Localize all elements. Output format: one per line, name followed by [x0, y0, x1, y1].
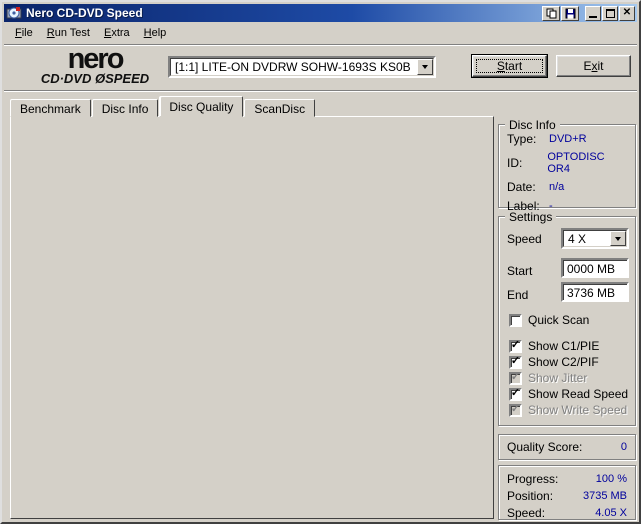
app-window: Nero CD-DVD Speed ✕ File Run Test Extra …: [0, 0, 641, 524]
disc-quality-tab-page: [10, 116, 494, 519]
window-title: Nero CD-DVD Speed: [26, 6, 143, 20]
nero-logo-text: nero: [67, 43, 125, 75]
title-bar[interactable]: Nero CD-DVD Speed ✕: [4, 4, 637, 22]
show-jitter-checkbox[interactable]: [509, 371, 522, 385]
save-icon: [565, 8, 575, 18]
disc-type-value: DVD+R: [549, 133, 587, 145]
tab-disc-quality[interactable]: Disc Quality: [159, 96, 244, 117]
separator: [4, 90, 637, 92]
chevron-down-icon: [615, 236, 621, 241]
end-mb-field[interactable]: 3736 MB: [561, 282, 629, 302]
cdvd-speed-logo-text: CD·DVD ØSPEED: [40, 71, 150, 86]
chevron-down-icon: [422, 65, 428, 69]
disc-date-value: n/a: [549, 181, 565, 193]
disc-info-title: Disc Info: [509, 118, 556, 132]
close-button[interactable]: ✕: [619, 5, 635, 21]
tab-disc-info[interactable]: Disc Info: [91, 99, 159, 117]
maximize-button[interactable]: [602, 5, 618, 21]
menu-help[interactable]: Help: [137, 25, 174, 41]
app-icon: [6, 7, 22, 19]
menu-extra[interactable]: Extra: [97, 25, 137, 41]
close-icon: ✕: [622, 7, 632, 18]
speed-value-status: 4.05 X: [595, 507, 627, 519]
tab-benchmark[interactable]: Benchmark: [10, 99, 91, 117]
maximize-icon: [605, 8, 615, 18]
position-value: 3735 MB: [582, 490, 627, 502]
start-button[interactable]: Start: [471, 54, 548, 78]
show-read-speed-checkbox[interactable]: [509, 387, 522, 401]
menu-run-test[interactable]: Run Test: [40, 25, 97, 41]
focus-ring: [476, 59, 543, 73]
speed-combobox[interactable]: 4 X: [561, 228, 629, 249]
minimize-button[interactable]: [585, 5, 601, 21]
exit-button[interactable]: Exit: [556, 55, 631, 77]
minimize-icon: [589, 15, 597, 18]
quality-score-label: Quality Score:: [507, 440, 583, 454]
menu-bar: File Run Test Extra Help: [4, 23, 637, 43]
drive-selector-dropdown-button[interactable]: [417, 59, 433, 75]
start-mb-label: Start: [507, 264, 533, 278]
settings-title: Settings: [509, 210, 553, 224]
disc-id-value: OPTODISC OR4: [547, 151, 605, 175]
header-band: nero CD·DVD ØSPEED [1:1] LITE-ON DVDRW S…: [4, 43, 637, 90]
save-button[interactable]: [561, 5, 579, 21]
end-mb-label: End: [507, 288, 529, 302]
nero-logo: nero CD·DVD ØSPEED: [20, 43, 170, 86]
start-mb-field[interactable]: 0000 MB: [561, 258, 629, 278]
tab-strip: Benchmark Disc Info Disc Quality ScanDis…: [10, 96, 316, 117]
tab-scandisc[interactable]: ScanDisc: [244, 99, 316, 117]
speed-label: Speed: [507, 232, 542, 246]
progress-value: 100 %: [595, 473, 627, 485]
show-c2-pif-checkbox[interactable]: [509, 355, 522, 369]
show-c1-pie-checkbox[interactable]: [509, 339, 522, 353]
speed-dropdown-button[interactable]: [610, 231, 626, 246]
quality-score-box: Quality Score: 0: [498, 434, 636, 460]
show-write-speed-checkbox[interactable]: [509, 403, 522, 417]
menu-file[interactable]: File: [8, 25, 40, 41]
copy-to-clipboard-button[interactable]: [542, 5, 560, 21]
progress-box: Progress: 100 % Position: 3735 MB Speed: 4.…: [498, 465, 636, 520]
speed-value: 4 X: [568, 231, 587, 246]
copy-icon: [546, 8, 556, 18]
quality-score-value: 0: [620, 441, 627, 453]
drive-selector-value: [1:1] LITE-ON DVDRW SOHW-1693S KS0B: [175, 60, 411, 74]
drive-selector-combobox[interactable]: [1:1] LITE-ON DVDRW SOHW-1693S KS0B: [168, 56, 436, 78]
quick-scan-checkbox[interactable]: [509, 313, 522, 327]
disc-info-box: Disc Info Type: DVD+R ID: OPTODISC OR4 Dat…: [498, 118, 636, 213]
settings-box: Settings Speed 4 X Start 0000 MB End 373…: [498, 210, 636, 426]
